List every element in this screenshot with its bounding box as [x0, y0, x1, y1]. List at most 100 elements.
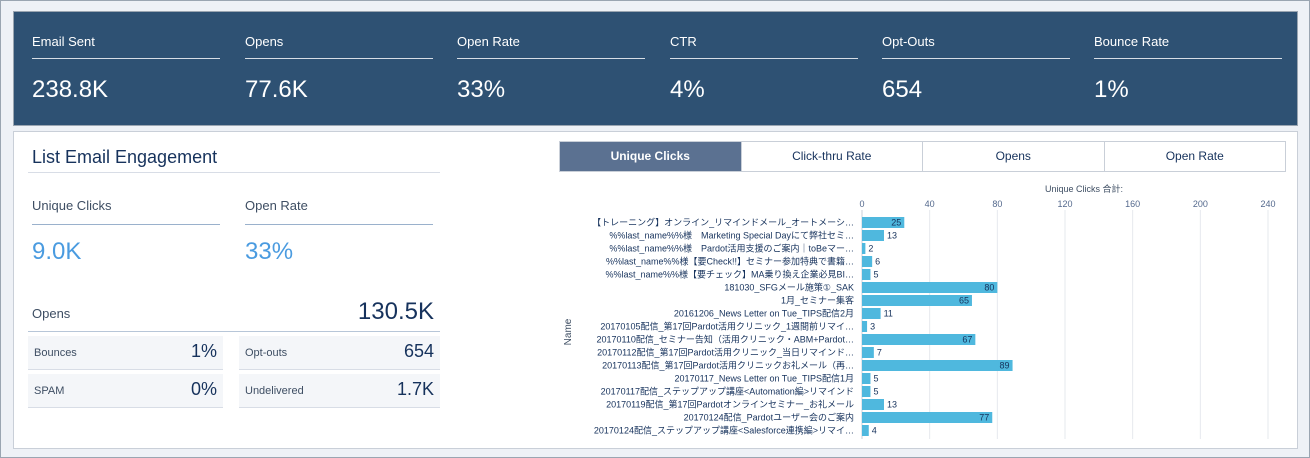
category-label[interactable]: 20170119配信_第17回Pardotオンラインセミナー_お礼メール: [606, 399, 854, 410]
bar[interactable]: [862, 399, 884, 410]
bar[interactable]: [862, 295, 972, 306]
bounces-metric[interactable]: Bounces 1%: [28, 336, 223, 370]
category-label[interactable]: 20161206_News Letter on Tue_TIPS配信2月: [674, 308, 854, 319]
bar[interactable]: [862, 373, 871, 384]
divider: [1094, 58, 1282, 59]
opens-metric[interactable]: Opens 130.5K: [28, 292, 440, 332]
bar[interactable]: [862, 308, 881, 319]
kpi-opens[interactable]: Opens 77.6K: [245, 12, 433, 127]
metric-value: 33%: [245, 238, 294, 265]
category-label[interactable]: 20170113配信_第17回Pardot活用クリニックお礼メール（再…: [602, 360, 854, 371]
category-label[interactable]: 20170117_News Letter on Tue_TIPS配信1月: [675, 373, 854, 384]
bar[interactable]: [862, 321, 868, 332]
kpi-email-sent[interactable]: Email Sent 238.8K: [32, 12, 220, 127]
category-label[interactable]: %%last_name%%様【要チェック】MA乗り換え企業必見BI…: [605, 269, 854, 280]
spam-metric[interactable]: SPAM 0%: [28, 374, 223, 408]
tab-unique-clicks[interactable]: Unique Clicks: [560, 142, 742, 171]
bar-value-label: 4: [872, 426, 877, 436]
tab-click-thru-rate[interactable]: Click-thru Rate: [741, 142, 923, 171]
chart-tabs: Unique Clicks Click-thru Rate Opens Open…: [559, 141, 1286, 172]
opt-outs-metric[interactable]: Opt-outs 654: [239, 336, 440, 370]
x-tick-label: 240: [1260, 199, 1275, 209]
bar-value-label: 25: [891, 218, 901, 228]
metric-value: 9.0K: [32, 238, 82, 265]
divider: [245, 224, 433, 225]
kpi-label: CTR: [670, 34, 697, 49]
bar[interactable]: [862, 347, 874, 358]
category-label[interactable]: %%last_name%%様 Pardot活用支援のご案内｜toBeマー…: [609, 243, 854, 254]
category-label[interactable]: 181030_SFGメール施策①_SAK: [724, 282, 854, 293]
bar[interactable]: [862, 386, 871, 397]
bar[interactable]: [862, 412, 993, 423]
kpi-label: Bounce Rate: [1094, 34, 1170, 49]
bar-value-label: 3: [870, 322, 875, 332]
metric-label: Undelivered: [245, 385, 304, 397]
panel-title: List Email Engagement: [32, 147, 218, 167]
metric-value: 654: [403, 341, 434, 361]
category-label[interactable]: 20170110配信_セミナー告知（活用クリニック・ABM+Pardot…: [597, 334, 854, 345]
kpi-value: 4%: [670, 76, 705, 103]
bar-value-label: 65: [959, 296, 969, 306]
chart-title: Unique Clicks 合計:: [1045, 183, 1123, 194]
bar-value-label: 5: [873, 270, 878, 280]
bar[interactable]: [862, 269, 871, 280]
engagement-panel: List Email Engagement Unique Clicks 9.0K…: [13, 131, 1298, 449]
divider: [457, 58, 645, 59]
category-label[interactable]: 20170112配信_第17回Pardot活用クリニック_当日リマインド…: [597, 347, 854, 358]
metric-value: 1%: [190, 341, 217, 361]
metric-label: Opt-outs: [245, 347, 288, 359]
kpi-label: Opt-Outs: [882, 34, 935, 49]
kpi-value: 77.6K: [245, 76, 308, 103]
x-tick-label: 0: [859, 199, 864, 209]
category-label[interactable]: 20170117配信_ステップアップ講座<Automation編>リマインド: [601, 386, 854, 397]
bar[interactable]: [862, 360, 1013, 371]
tab-opens[interactable]: Opens: [923, 142, 1105, 171]
category-label[interactable]: 20170105配信_第17回Pardot活用クリニック_1週間前リマイ…: [600, 321, 854, 332]
tab-open-rate[interactable]: Open Rate: [1104, 142, 1285, 171]
category-label[interactable]: 1月_セミナー集客: [781, 295, 854, 306]
bar-value-label: 67: [962, 335, 972, 345]
dashboard-frame: Email Sent 238.8K Opens 77.6K Open Rate …: [0, 0, 1310, 458]
category-label[interactable]: 20170124配信_Pardotユーザー会のご案内: [684, 412, 854, 423]
undelivered-metric[interactable]: Undelivered 1.7K: [239, 374, 440, 408]
kpi-label: Opens: [245, 34, 284, 49]
kpi-open-rate[interactable]: Open Rate 33%: [457, 12, 645, 127]
bar[interactable]: [862, 256, 873, 267]
bar-value-label: 13: [887, 400, 897, 410]
kpi-bar: Email Sent 238.8K Opens 77.6K Open Rate …: [13, 11, 1298, 126]
bar-value-label: 77: [979, 413, 989, 423]
bar[interactable]: [862, 425, 869, 436]
metric-label: Opens: [32, 306, 71, 321]
category-label[interactable]: 【トレーニング】オンライン_リマインドメール_オートメーシ…: [592, 217, 854, 228]
kpi-value: 1%: [1094, 76, 1129, 103]
kpi-opt-outs[interactable]: Opt-Outs 654: [882, 12, 1070, 127]
metric-value: 130.5K: [357, 298, 434, 325]
bar-value-label: 13: [887, 231, 897, 241]
bar-value-label: 5: [873, 374, 878, 384]
bar-value-label: 11: [884, 309, 893, 319]
bar[interactable]: [862, 282, 998, 293]
bar[interactable]: [862, 334, 976, 345]
divider: [32, 58, 220, 59]
bar-value-label: 89: [1000, 361, 1010, 371]
kpi-ctr[interactable]: CTR 4%: [670, 12, 858, 127]
x-tick-label: 80: [992, 199, 1002, 209]
bar-value-label: 2: [868, 244, 873, 254]
divider: [245, 58, 433, 59]
bar-value-label: 80: [984, 283, 994, 293]
bar[interactable]: [862, 243, 866, 254]
category-label[interactable]: 20170124配信_ステップアップ講座<Salesforce連携編>リマイ…: [594, 425, 854, 436]
metric-value: 1.7K: [396, 379, 434, 399]
metric-label: Unique Clicks: [32, 198, 112, 213]
x-tick-label: 40: [925, 199, 935, 209]
bar-value-label: 6: [875, 257, 880, 267]
kpi-bounce-rate[interactable]: Bounce Rate 1%: [1094, 12, 1282, 127]
x-tick-label: 120: [1057, 199, 1072, 209]
kpi-value: 238.8K: [32, 76, 109, 103]
divider: [28, 172, 440, 173]
category-label[interactable]: %%last_name%%様【要Check!!】セミナー参加特典で書籍…: [606, 256, 854, 267]
kpi-label: Open Rate: [457, 34, 520, 49]
x-tick-label: 200: [1193, 199, 1208, 209]
category-label[interactable]: %%last_name%%様 Marketing Special Dayにて弊社…: [609, 230, 854, 241]
bar[interactable]: [862, 230, 884, 241]
